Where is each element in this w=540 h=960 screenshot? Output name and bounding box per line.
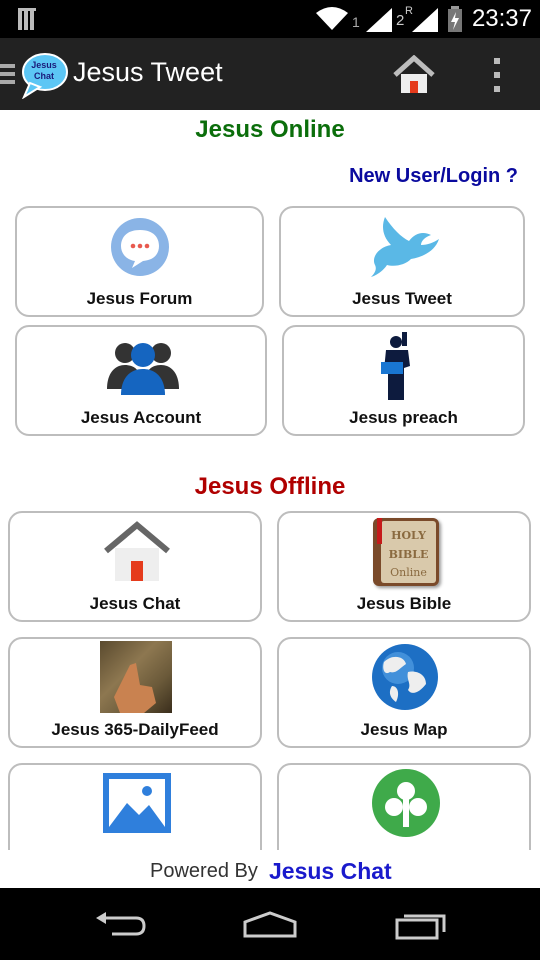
tile-label: Jesus Map	[360, 720, 448, 739]
tile-label: Jesus Tweet	[352, 289, 452, 308]
drawer-menu-icon[interactable]	[0, 61, 16, 87]
home-nav-icon[interactable]	[241, 910, 299, 940]
tile-jesus-preach[interactable]: Jesus preach	[282, 325, 525, 436]
login-link[interactable]: New User/Login ?	[349, 165, 518, 188]
app-title: Jesus Tweet	[73, 57, 223, 87]
community-tree-icon	[372, 769, 440, 837]
tile-jesus-365-dailyfeed[interactable]: Jesus 365-DailyFeed	[8, 637, 262, 748]
tile-jesus-map[interactable]: Jesus Map	[277, 637, 531, 748]
globe-icon	[372, 644, 438, 710]
app-bar: Jesus Chat Jesus Tweet	[0, 38, 540, 110]
bible-book-icon: HOLY BIBLE Online	[373, 518, 439, 586]
tile-jesus-tweet[interactable]: Jesus Tweet	[279, 206, 525, 317]
wifi-icon	[316, 7, 348, 30]
app-logo[interactable]: Jesus Chat	[22, 53, 68, 99]
back-icon[interactable]	[92, 910, 148, 940]
tile-label: Jesus Account	[80, 408, 202, 427]
dove-icon	[371, 217, 439, 277]
signal-icon-2	[412, 8, 438, 32]
online-section-title: Jesus Online	[195, 116, 345, 143]
offline-section-title: Jesus Offline	[194, 473, 346, 500]
bible-text-3: Online	[390, 566, 427, 579]
battery-icon	[448, 6, 462, 32]
main-content: Jesus Online New User/Login ? Jesus Foru…	[0, 110, 540, 850]
logo-text-1: Jesus	[31, 60, 57, 70]
powered-by-brand[interactable]: Jesus Chat	[269, 858, 392, 885]
users-group-icon	[107, 343, 179, 395]
status-bar: 1 2 R 23:37	[0, 0, 540, 38]
overflow-menu-icon[interactable]	[492, 58, 502, 92]
clock: 23:37	[471, 5, 532, 32]
image-gallery-icon	[103, 773, 171, 833]
recent-apps-icon[interactable]	[394, 910, 448, 940]
forum-chat-icon	[111, 218, 169, 276]
reading-photo-icon	[100, 641, 172, 713]
footer: Powered By Jesus Chat	[0, 850, 540, 888]
tile-jesus-chat[interactable]: Jesus Chat	[8, 511, 262, 622]
sim2-label: 2	[396, 12, 405, 29]
logo-text-2: Chat	[34, 71, 54, 81]
tile-label: Jesus Chat	[89, 594, 181, 613]
notification-icon	[18, 8, 36, 30]
tile-community[interactable]	[277, 763, 531, 850]
tile-label: Jesus Bible	[356, 594, 452, 613]
tile-gallery[interactable]	[8, 763, 262, 850]
tile-jesus-bible[interactable]: HOLY BIBLE Online Jesus Bible	[277, 511, 531, 622]
bible-text-1: HOLY	[391, 529, 426, 542]
tile-label: Jesus preach	[349, 408, 458, 427]
pointing-hand-icon	[114, 663, 156, 713]
system-nav-bar	[0, 888, 540, 960]
powered-by-label: Powered By	[150, 860, 258, 882]
preacher-icon	[381, 332, 410, 400]
tile-jesus-account[interactable]: Jesus Account	[15, 325, 267, 436]
house-icon	[104, 521, 170, 581]
bible-text-2: BIBLE	[388, 548, 429, 561]
tile-jesus-forum[interactable]: Jesus Forum	[15, 206, 264, 317]
tile-label: Jesus Forum	[86, 289, 193, 308]
sim1-label: 1	[352, 14, 360, 30]
tile-label: Jesus 365-DailyFeed	[51, 720, 219, 739]
signal-icon-1	[366, 8, 392, 32]
home-icon[interactable]	[391, 55, 437, 95]
